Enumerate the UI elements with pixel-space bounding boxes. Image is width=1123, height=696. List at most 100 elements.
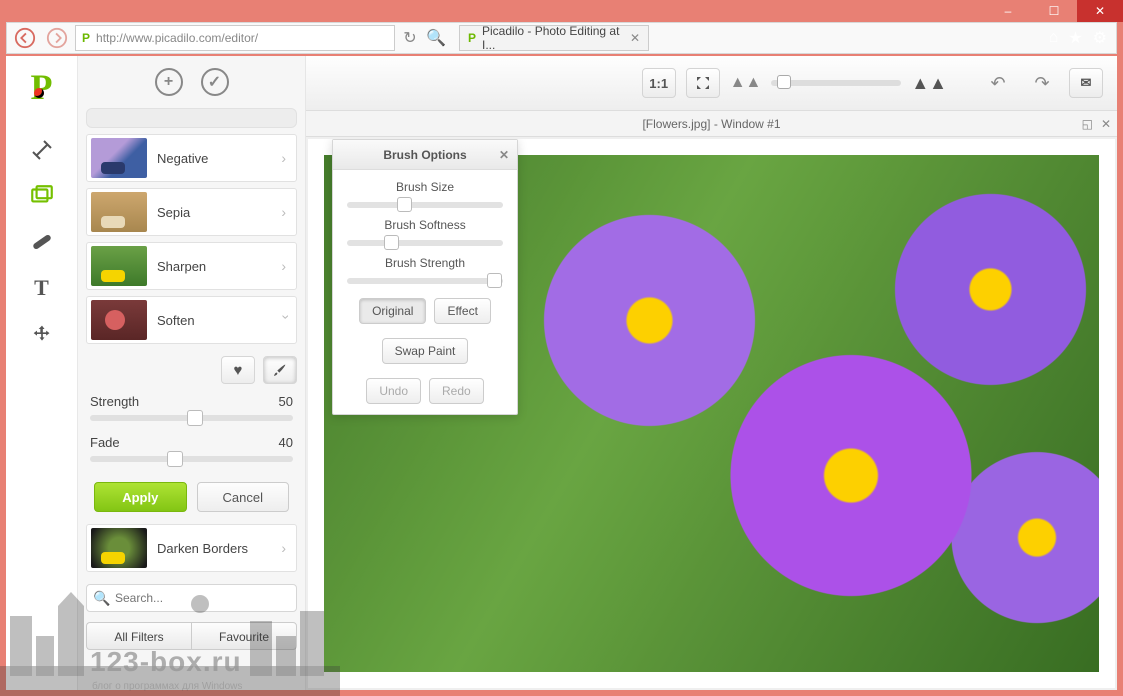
- canvas-title-bar: [Flowers.jpg] - Window #1 ◱ ✕: [306, 111, 1117, 137]
- site-favicon: P: [82, 31, 90, 45]
- window-expand-icon[interactable]: ◱: [1082, 117, 1093, 131]
- gear-icon[interactable]: ⚙: [1093, 28, 1107, 48]
- effect-item-sepia[interactable]: Sepia ›: [86, 188, 297, 236]
- effect-search: 🔍: [86, 584, 297, 612]
- tab-title: Picadilo - Photo Editing at I...: [482, 24, 624, 52]
- rail-images-icon[interactable]: [22, 176, 62, 216]
- rail-heal-icon[interactable]: [22, 222, 62, 262]
- chevron-right-icon: ›: [281, 150, 292, 166]
- strength-slider[interactable]: [90, 415, 293, 421]
- effect-thumb: [91, 300, 147, 340]
- search-input[interactable]: [86, 584, 297, 612]
- tab-favourite[interactable]: Favourite: [191, 622, 297, 650]
- url-bar[interactable]: P http://www.picadilo.com/editor/: [75, 25, 395, 51]
- chevron-down-icon: ›: [279, 315, 295, 326]
- effect-label: Sharpen: [157, 259, 271, 274]
- sidebar-top-actions: + ✓: [78, 56, 305, 108]
- undo-button[interactable]: ↶: [981, 68, 1015, 98]
- brush-size-label: Brush Size: [333, 180, 517, 194]
- left-rail: P T: [6, 56, 78, 690]
- fit-actual-button[interactable]: 1:1: [642, 68, 676, 98]
- popover-header: Brush Options ✕: [333, 140, 517, 170]
- effects-list: Negative › Sepia › Sharpen › Soften ›: [78, 108, 305, 350]
- window-close-icon[interactable]: ✕: [1101, 117, 1111, 131]
- fade-slider[interactable]: [90, 456, 293, 462]
- brush-mode-button[interactable]: [263, 356, 297, 384]
- star-icon[interactable]: ★: [1068, 28, 1082, 48]
- cancel-button[interactable]: Cancel: [197, 482, 290, 512]
- canvas-title: [Flowers.jpg] - Window #1: [642, 117, 780, 131]
- brush-softness-label: Brush Softness: [333, 218, 517, 232]
- effect-thumb: [91, 192, 147, 232]
- strength-value: 50: [279, 394, 293, 409]
- canvas[interactable]: Brush Options ✕ Brush Size Brush Softnes…: [308, 139, 1115, 688]
- apply-button[interactable]: Apply: [94, 482, 187, 512]
- popover-undo-button[interactable]: Undo: [366, 378, 421, 404]
- chevron-right-icon: ›: [281, 258, 292, 274]
- maximize-button[interactable]: ☐: [1031, 0, 1077, 22]
- tab-close-icon[interactable]: ✕: [630, 31, 640, 45]
- url-text: http://www.picadilo.com/editor/: [96, 31, 258, 45]
- add-effect-button[interactable]: +: [155, 68, 183, 96]
- effect-button[interactable]: Effect: [434, 298, 490, 324]
- app-container: P T + ✓ Negative ›: [6, 56, 1117, 690]
- brush-strength-label: Brush Strength: [333, 256, 517, 270]
- popover-redo-button[interactable]: Redo: [429, 378, 484, 404]
- brush-strength-slider[interactable]: [347, 278, 503, 284]
- confirm-effect-button[interactable]: ✓: [201, 68, 229, 96]
- effect-label: Soften: [157, 313, 271, 328]
- effect-item-placeholder[interactable]: [86, 108, 297, 128]
- effect-item-darken-borders[interactable]: Darken Borders ›: [86, 524, 297, 572]
- effect-controls: ♥ Strength 50 Fade 40 Apply Cancel: [78, 350, 305, 524]
- filter-tabs: All Filters Favourite: [86, 622, 297, 650]
- back-button[interactable]: [11, 24, 39, 52]
- forward-button[interactable]: [43, 24, 71, 52]
- brush-softness-slider[interactable]: [347, 240, 503, 246]
- fade-value: 40: [279, 435, 293, 450]
- zoom-slider[interactable]: [771, 80, 901, 86]
- tab-favicon: P: [468, 31, 476, 45]
- zoom-out-icon: ▲▲: [730, 74, 762, 92]
- chevron-right-icon: ›: [281, 540, 292, 556]
- rail-move-icon[interactable]: [22, 314, 62, 354]
- effect-item-negative[interactable]: Negative ›: [86, 134, 297, 182]
- swap-paint-button[interactable]: Swap Paint: [382, 338, 469, 364]
- search-icon: 🔍: [93, 590, 110, 607]
- sidebar: + ✓ Negative › Sepia › Sharpen › So: [78, 56, 306, 690]
- close-window-button[interactable]: ✕: [1077, 0, 1123, 22]
- effect-item-soften[interactable]: Soften ›: [86, 296, 297, 344]
- fullscreen-button[interactable]: [686, 68, 720, 98]
- fade-label: Fade: [90, 435, 120, 450]
- chrome-menu-icons: ⌂ ★ ⚙: [1049, 22, 1117, 54]
- effect-thumb: [91, 528, 147, 568]
- chevron-right-icon: ›: [281, 204, 292, 220]
- popover-close-icon[interactable]: ✕: [499, 148, 509, 162]
- effect-thumb: [91, 138, 147, 178]
- popover-title: Brush Options: [383, 148, 466, 162]
- browser-tab[interactable]: P Picadilo - Photo Editing at I... ✕: [459, 25, 649, 51]
- brush-options-popover: Brush Options ✕ Brush Size Brush Softnes…: [332, 139, 518, 415]
- share-button[interactable]: ✉: [1069, 68, 1103, 98]
- brush-size-slider[interactable]: [347, 202, 503, 208]
- effect-thumb: [91, 246, 147, 286]
- rail-tools-icon[interactable]: [22, 130, 62, 170]
- original-button[interactable]: Original: [359, 298, 426, 324]
- minimize-button[interactable]: –: [985, 0, 1031, 22]
- favorite-toggle[interactable]: ♥: [221, 356, 255, 384]
- effect-label: Negative: [157, 151, 271, 166]
- app-toolbar: 1:1 ▲▲ ▲▲ ↶ ↷ ✉: [306, 56, 1117, 111]
- home-icon[interactable]: ⌂: [1049, 29, 1059, 47]
- browser-toolbar: P http://www.picadilo.com/editor/ ↻ 🔍 P …: [6, 22, 1117, 54]
- logo: P: [31, 66, 53, 108]
- effect-item-sharpen[interactable]: Sharpen ›: [86, 242, 297, 290]
- browser-search-button[interactable]: 🔍: [425, 27, 447, 49]
- redo-button[interactable]: ↷: [1025, 68, 1059, 98]
- strength-label: Strength: [90, 394, 139, 409]
- tab-all-filters[interactable]: All Filters: [86, 622, 191, 650]
- rail-text-icon[interactable]: T: [22, 268, 62, 308]
- zoom-in-icon: ▲▲: [911, 73, 947, 94]
- effect-label: Darken Borders: [157, 541, 271, 556]
- effect-label: Sepia: [157, 205, 271, 220]
- main-area: 1:1 ▲▲ ▲▲ ↶ ↷ ✉ [Flowers.jpg] - Window #…: [306, 56, 1117, 690]
- refresh-button[interactable]: ↻: [399, 27, 421, 49]
